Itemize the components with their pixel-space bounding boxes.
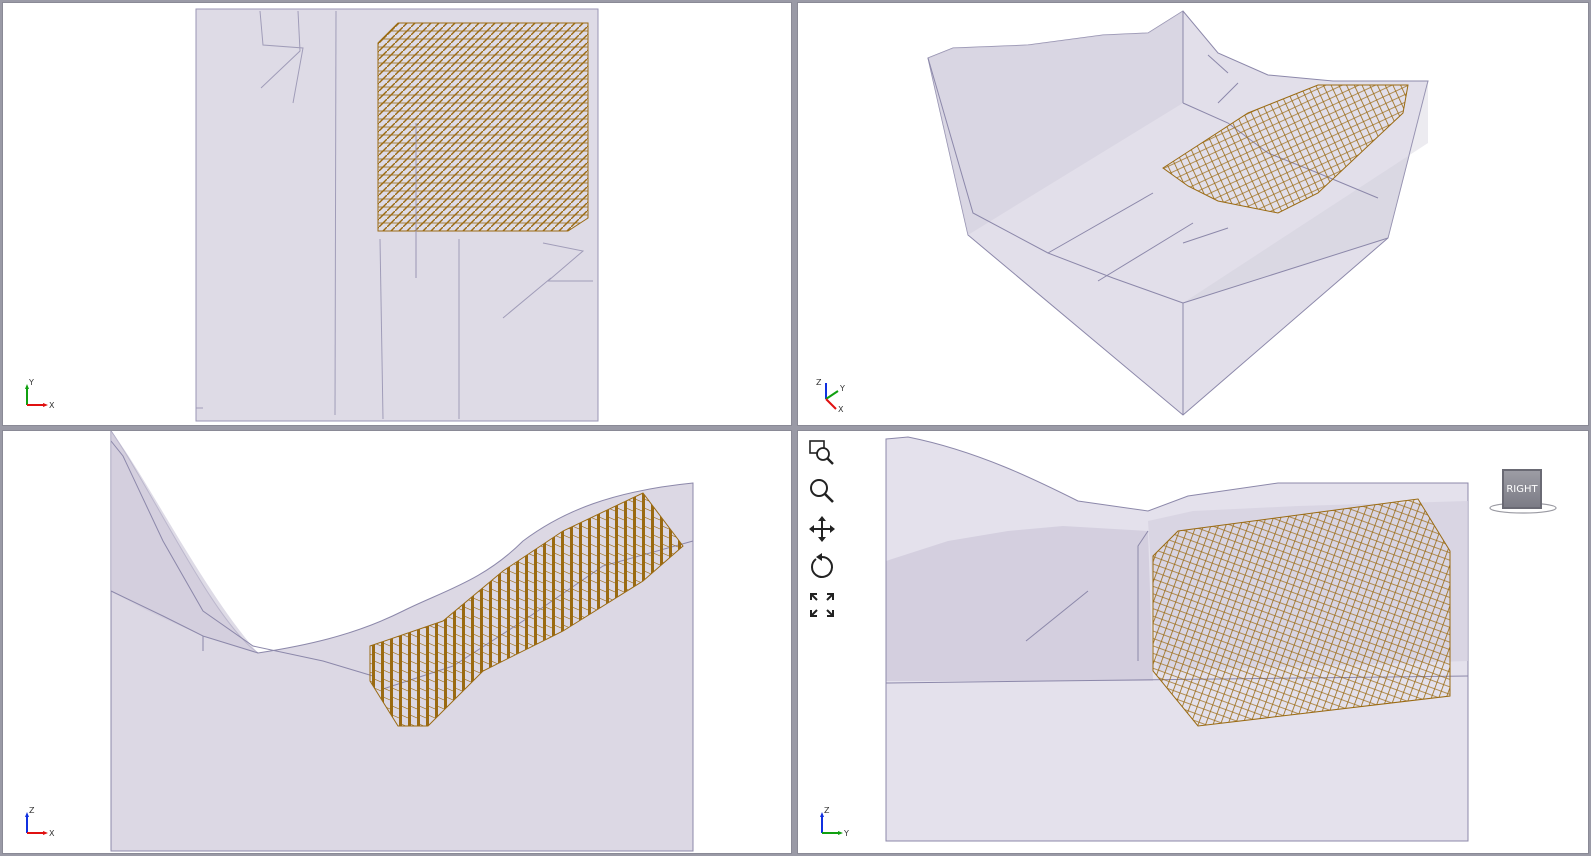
axis-triad: Y X <box>25 378 55 410</box>
right-view-scene <box>885 436 1469 842</box>
viewport-right[interactable]: RIGHT Z Y <box>797 430 1589 854</box>
viewport-front[interactable]: Z X <box>2 430 792 854</box>
top-view-scene <box>195 8 599 422</box>
axis-label-right: X <box>49 829 55 838</box>
axis-triad: Z X <box>25 806 55 838</box>
zoom-window-icon <box>809 440 834 465</box>
axis-label-up: Y <box>28 378 34 387</box>
axis-label-up: Z <box>824 806 830 815</box>
axis-triad: Z Y X <box>816 378 845 413</box>
zoom-window-button[interactable] <box>806 437 838 469</box>
pan-button[interactable] <box>806 513 838 545</box>
front-view-scene <box>110 431 694 852</box>
view-toolbar <box>804 437 840 627</box>
perspective-view-scene <box>927 10 1429 416</box>
rotate-button[interactable] <box>806 551 838 583</box>
axis-label-right: X <box>49 401 55 410</box>
anchor-mesh <box>377 22 589 232</box>
zoom-extents-button[interactable] <box>806 589 838 621</box>
viewport-top[interactable]: Y X <box>2 2 792 426</box>
rotate-icon <box>811 553 833 578</box>
axis-label-up: Z <box>29 806 35 815</box>
axis-label-up: Z <box>816 378 822 387</box>
view-cube-label: RIGHT <box>1506 483 1538 495</box>
zoom-icon <box>810 479 834 503</box>
axis-triad: Z Y <box>820 806 849 838</box>
zoom-extents-icon <box>810 593 834 617</box>
axis-label-depth: Y <box>839 384 845 393</box>
zoom-button[interactable] <box>806 475 838 507</box>
anchor-mesh <box>1152 498 1451 727</box>
axis-label-right: Y <box>843 829 849 838</box>
pan-icon <box>809 516 835 542</box>
viewport-perspective[interactable]: Z Y X <box>797 2 1589 426</box>
view-cube-face-right[interactable]: RIGHT <box>1502 469 1542 509</box>
axis-label-right: X <box>838 405 844 413</box>
view-cube[interactable]: RIGHT <box>1488 465 1558 521</box>
